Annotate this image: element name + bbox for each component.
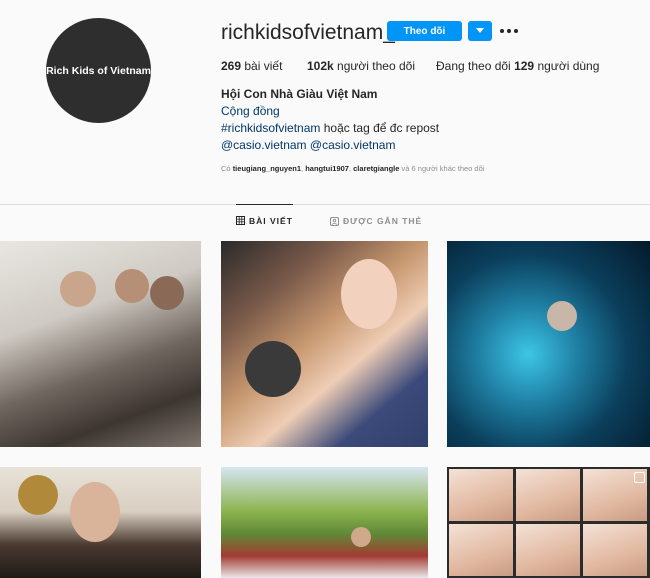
post-thumbnail-4[interactable]	[0, 467, 201, 578]
posts-label: bài viết	[244, 59, 283, 73]
chevron-down-icon	[476, 28, 484, 33]
more-options-button[interactable]	[500, 22, 518, 40]
post-thumbnail-3[interactable]	[447, 241, 650, 447]
stat-followers[interactable]: 102k người theo dõi	[307, 59, 415, 73]
post-thumbnail-1[interactable]	[0, 241, 201, 447]
followed-by[interactable]: Có tieugiang_nguyen1, hangtui1907, clare…	[221, 164, 484, 173]
grid-icon	[236, 216, 245, 225]
followed-by-user-1: tieugiang_nguyen1	[232, 164, 302, 173]
bio-mention-link-2[interactable]: @casio.vietnam	[310, 138, 396, 152]
bio-mention-link-1[interactable]: @casio.vietnam	[221, 138, 307, 152]
avatar-text: Rich Kids of Vietnam	[46, 64, 151, 77]
tab-tagged-label: ĐƯỢC GẮN THẺ	[343, 216, 423, 226]
stat-posts: 269 bài viết	[221, 59, 282, 73]
bio-hashtag-text: hoặc tag để đc repost	[323, 121, 440, 135]
followed-by-prefix: Có	[221, 164, 231, 173]
bio-hashtag-link[interactable]: #richkidsofvietnam	[221, 121, 320, 135]
bio-mentions-line: @casio.vietnam @casio.vietnam	[221, 138, 395, 152]
profile-avatar[interactable]: Rich Kids of Vietnam	[46, 18, 151, 123]
tab-posts-label: BÀI VIẾT	[249, 215, 293, 226]
profile-username: richkidsofvietnam_	[221, 21, 395, 44]
posts-count: 269	[221, 59, 242, 73]
bio-hashtag-line: #richkidsofvietnam hoặc tag để đc repost	[221, 121, 439, 135]
followed-by-user-3: claretgiangle	[353, 164, 400, 173]
followers-count: 102k	[307, 59, 334, 73]
post-thumbnail-5[interactable]	[221, 467, 428, 578]
more-options-icon	[500, 29, 518, 33]
following-prefix: Đang theo dõi	[436, 59, 511, 73]
following-suffix: người dùng	[537, 59, 600, 73]
tag-person-icon	[330, 216, 339, 226]
following-count: 129	[514, 59, 535, 73]
bio-name: Hội Con Nhà Giàu Việt Nam	[221, 87, 378, 101]
profile-divider	[0, 204, 650, 205]
tab-tagged[interactable]: ĐƯỢC GẮN THẺ	[330, 205, 422, 237]
post-thumbnail-6[interactable]	[447, 467, 650, 578]
tab-posts[interactable]: BÀI VIẾT	[236, 204, 293, 236]
followed-by-suffix: và 6 người khác theo dõi	[401, 164, 485, 173]
bio-category: Cộng đồng	[221, 104, 280, 118]
follow-button[interactable]: Theo dõi	[387, 21, 462, 41]
stat-following[interactable]: Đang theo dõi 129 người dùng	[436, 59, 599, 73]
post-thumbnail-2[interactable]	[221, 241, 428, 447]
carousel-icon	[634, 472, 645, 483]
followers-label: người theo dõi	[337, 59, 415, 73]
suggestions-dropdown-button[interactable]	[468, 21, 492, 41]
followed-by-user-2: hangtui1907	[305, 164, 349, 173]
